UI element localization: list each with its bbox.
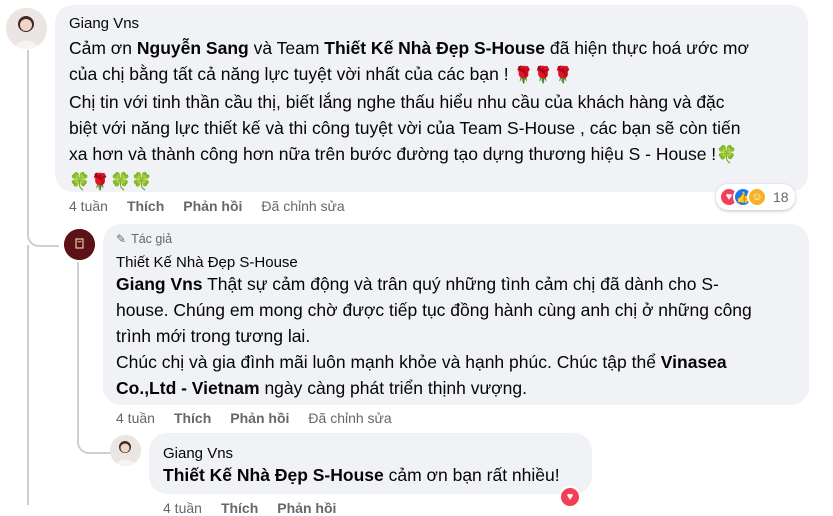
mention-link[interactable]: Vinasea (661, 352, 727, 372)
care-reaction-icon: ☺ (747, 187, 767, 207)
mention-link[interactable]: Nguyễn Sang (137, 38, 249, 58)
author-badge: ✎ Tác giả (116, 232, 173, 246)
like-button[interactable]: Thích (127, 198, 164, 214)
mention-link[interactable]: Thiết Kế Nhà Đẹp S-House (163, 465, 384, 485)
four-leaf-clover-icon: 🍀🍀 (110, 172, 153, 191)
timestamp[interactable]: 4 tuần (163, 500, 202, 516)
like-button[interactable]: Thích (221, 500, 258, 516)
comment-author[interactable]: Thiết Kế Nhà Đẹp S-House (116, 254, 298, 271)
reply-button[interactable]: Phản hồi (230, 410, 289, 426)
page-avatar[interactable] (64, 229, 95, 260)
reaction-count: 18 (773, 189, 789, 205)
mention-link[interactable]: Giang Vns (116, 274, 203, 294)
edited-label: Đã chỉnh sửa (308, 410, 392, 426)
edited-label: Đã chỉnh sửa (261, 198, 345, 214)
reply-text: Giang Vns Thật sự cảm động và trân quý n… (116, 274, 752, 398)
reply-text: Thiết Kế Nhà Đẹp S-House cảm ơn bạn rất … (163, 465, 560, 485)
reply-button[interactable]: Phản hồi (277, 500, 336, 516)
reply-actions: 4 tuần Thích Phản hồi (163, 500, 355, 516)
avatar[interactable] (110, 435, 141, 466)
love-reaction-icon[interactable]: ♥ (559, 486, 581, 508)
thread-line-2 (27, 245, 29, 505)
reaction-summary[interactable]: ♥ 👍 ☺ 18 (716, 184, 795, 210)
rose-icon: 🌹🌹🌹 (513, 67, 574, 84)
rose-icon: 🌹 (90, 174, 111, 191)
four-leaf-clover-icon: 🍀 (69, 172, 91, 191)
timestamp[interactable]: 4 tuần (69, 198, 108, 214)
comment-actions: 4 tuần Thích Phản hồi Đã chỉnh sửa (69, 198, 364, 214)
like-button[interactable]: Thích (174, 410, 211, 426)
mention-link[interactable]: Thiết Kế Nhà Đẹp S-House (324, 38, 545, 58)
four-leaf-clover-icon: 🍀 (716, 145, 738, 164)
pencil-icon: ✎ (116, 232, 127, 246)
timestamp[interactable]: 4 tuần (116, 410, 155, 426)
reply-button[interactable]: Phản hồi (183, 198, 242, 214)
reply-actions: 4 tuần Thích Phản hồi Đã chỉnh sửa (116, 410, 411, 426)
comment-author[interactable]: Giang Vns (69, 15, 139, 32)
comment-author[interactable]: Giang Vns (163, 445, 233, 462)
comment-text: Cảm ơn Nguyễn Sang và Team Thiết Kế Nhà … (69, 38, 749, 191)
mention-link[interactable]: Co.,Ltd - Vietnam (116, 378, 260, 398)
avatar[interactable] (6, 8, 47, 49)
